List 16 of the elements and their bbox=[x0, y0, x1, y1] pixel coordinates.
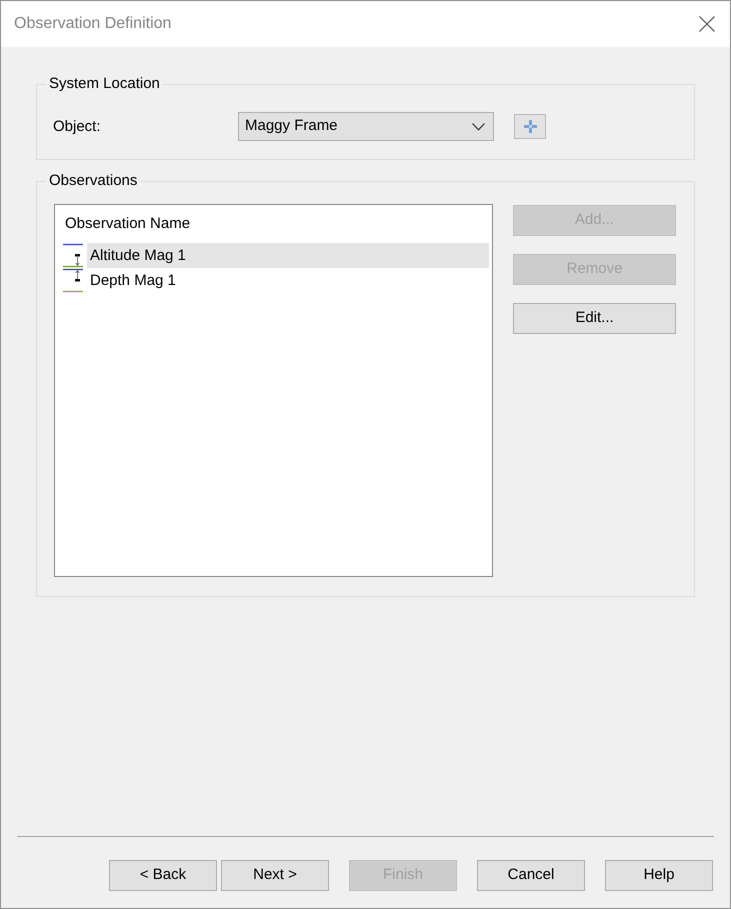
chevron-down-icon bbox=[472, 122, 485, 130]
footer-button[interactable]: < Back bbox=[109, 860, 217, 891]
group-title: System Location bbox=[48, 75, 161, 93]
footer-button[interactable]: Next > bbox=[221, 860, 329, 891]
list-item[interactable]: Depth Mag 1 bbox=[87, 268, 489, 293]
group-title: Observations bbox=[48, 172, 138, 190]
footer-button[interactable]: Help bbox=[605, 860, 713, 891]
window-title: Observation Definition bbox=[14, 14, 172, 34]
close-icon[interactable] bbox=[699, 16, 715, 32]
action-button[interactable]: Edit... bbox=[513, 303, 676, 334]
plus-icon bbox=[524, 120, 536, 133]
column-header: Observation Name bbox=[64, 214, 190, 234]
footer-button[interactable]: Cancel bbox=[477, 860, 585, 891]
object-label: Object: bbox=[53, 116, 102, 136]
object-dropdown[interactable]: Maggy Frame bbox=[238, 112, 494, 141]
list-item[interactable]: Altitude Mag 1 bbox=[87, 243, 489, 268]
